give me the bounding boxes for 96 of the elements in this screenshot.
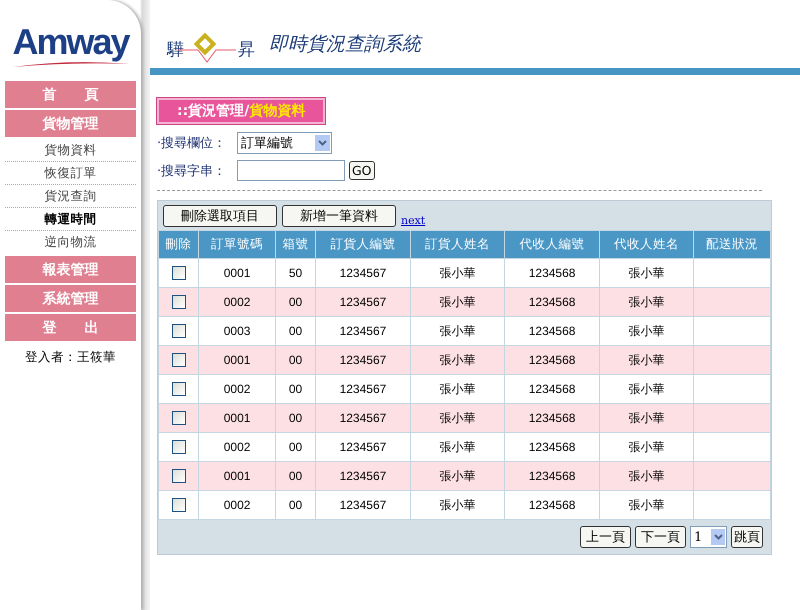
row-checkbox[interactable]: [172, 411, 186, 426]
previous-page-button[interactable]: 上一頁: [580, 526, 631, 548]
table-cell: 00: [275, 374, 316, 404]
submenu-link[interactable]: 逆向物流: [5, 231, 136, 253]
toolbar-button[interactable]: 刪除選取項目: [163, 205, 277, 227]
brand-text: 驊: [167, 40, 184, 62]
string-label: ‧搜尋字串：: [157, 162, 228, 180]
row-checkbox[interactable]: [172, 266, 186, 280]
table-cell: 張小華: [410, 316, 505, 346]
table-cell: 0001: [198, 258, 276, 288]
table-cell: 00: [275, 404, 316, 432]
table-cell: 1234568: [504, 258, 600, 288]
table-cell: 張小華: [599, 490, 694, 520]
row-checkbox[interactable]: [172, 324, 186, 338]
submenu-link[interactable]: 轉運時間: [5, 208, 136, 231]
logged-in-user: 登入者：王筱華: [25, 349, 116, 366]
field-label: ‧搜尋欄位：: [157, 135, 228, 152]
table-cell: 1234568: [504, 374, 600, 404]
row-checkbox[interactable]: [172, 440, 186, 454]
table-cell: 1234568: [504, 316, 600, 346]
table-cell: 1234568: [504, 404, 600, 432]
table-cell: 00: [275, 432, 316, 462]
row-checkbox[interactable]: [172, 353, 186, 368]
row-checkbox[interactable]: [172, 295, 186, 310]
table-cell: 1234568: [504, 432, 600, 462]
table-cell: 張小華: [599, 404, 694, 432]
column-header: 箱號: [275, 230, 316, 258]
table-cell: 張小華: [410, 432, 505, 462]
table-cell: 0002: [198, 490, 276, 520]
brand-text: 昇: [238, 40, 255, 62]
table-cell: 00: [275, 346, 316, 374]
table-cell: 0002: [198, 432, 276, 462]
submenu-link[interactable]: 恢復訂單: [5, 162, 136, 185]
submenu-link[interactable]: 貨況查詢: [5, 185, 136, 208]
go-button[interactable]: GO: [349, 161, 375, 180]
table-cell: 張小華: [599, 258, 694, 288]
table-cell: 0001: [198, 462, 276, 490]
table-cell: 00: [275, 462, 316, 490]
submenu-link[interactable]: 貨物資料: [5, 139, 136, 162]
next-page-button[interactable]: 下一頁: [635, 526, 686, 548]
table-cell: 0002: [198, 288, 276, 316]
table-cell: 0003: [198, 316, 276, 346]
row-checkbox[interactable]: [172, 382, 186, 396]
table-cell: 張小華: [410, 490, 505, 520]
system-title: 即時貨況查詢系統: [269, 32, 421, 57]
caret-icon: [318, 140, 327, 146]
search-input[interactable]: [237, 160, 345, 181]
breadcrumb: ::貨況管理/貨物資料: [157, 98, 326, 124]
column-header: 訂貨人編號: [316, 230, 410, 258]
table-cell: 1234567: [316, 462, 410, 490]
column-header: 訂單號碼: [198, 230, 276, 258]
table-cell: 張小華: [410, 258, 505, 288]
toolbar-button[interactable]: 新增一筆資料: [282, 205, 396, 227]
caret-icon: [714, 534, 722, 540]
table-cell: 1234568: [504, 462, 600, 490]
column-header: 代收人姓名: [599, 230, 694, 258]
table-cell: 00: [275, 288, 316, 316]
table-cell: 張小華: [599, 432, 694, 462]
page-select[interactable]: 1: [690, 526, 727, 548]
column-header: 訂貨人姓名: [410, 230, 505, 258]
row-checkbox[interactable]: [172, 498, 186, 512]
table-cell: 張小華: [599, 374, 694, 404]
table-cell: 張小華: [410, 288, 505, 316]
table-cell: 張小華: [599, 316, 694, 346]
table-cell: 1234568: [504, 490, 600, 520]
table-cell: 1234567: [316, 316, 410, 346]
row-checkbox[interactable]: [172, 469, 186, 484]
table-cell: 張小華: [410, 346, 505, 374]
table-cell: 1234567: [316, 490, 410, 520]
table-cell: 0002: [198, 374, 276, 404]
column-header: 配送狀況: [694, 230, 770, 258]
table-cell: 1234568: [504, 288, 600, 316]
table-cell: 00: [275, 316, 316, 346]
table-cell: 1234568: [504, 346, 600, 374]
column-header: 刪除: [158, 230, 199, 258]
table-cell: 1234567: [316, 288, 410, 316]
next-link[interactable]: next: [401, 214, 426, 227]
table-cell: 張小華: [410, 462, 505, 490]
search-field-dropdown[interactable]: 訂單編號: [237, 132, 332, 154]
table-cell: 50: [275, 258, 316, 288]
table-cell: 張小華: [599, 288, 694, 316]
table-cell: 0001: [198, 404, 276, 432]
jump-page-button[interactable]: 跳頁: [731, 526, 763, 548]
table-cell: 1234567: [316, 432, 410, 462]
table-cell: 張小華: [410, 404, 505, 432]
column-header: 代收人編號: [504, 230, 600, 258]
table-cell: 1234567: [316, 374, 410, 404]
table-cell: 張小華: [599, 346, 694, 374]
table-cell: 1234567: [316, 346, 410, 374]
amway-logo: Amway: [12, 24, 129, 60]
table-cell: 0001: [198, 346, 276, 374]
table-cell: 張小華: [410, 374, 505, 404]
table-cell: 張小華: [599, 462, 694, 490]
table-cell: 1234567: [316, 258, 410, 288]
table-cell: 1234567: [316, 404, 410, 432]
table-cell: 00: [275, 490, 316, 520]
